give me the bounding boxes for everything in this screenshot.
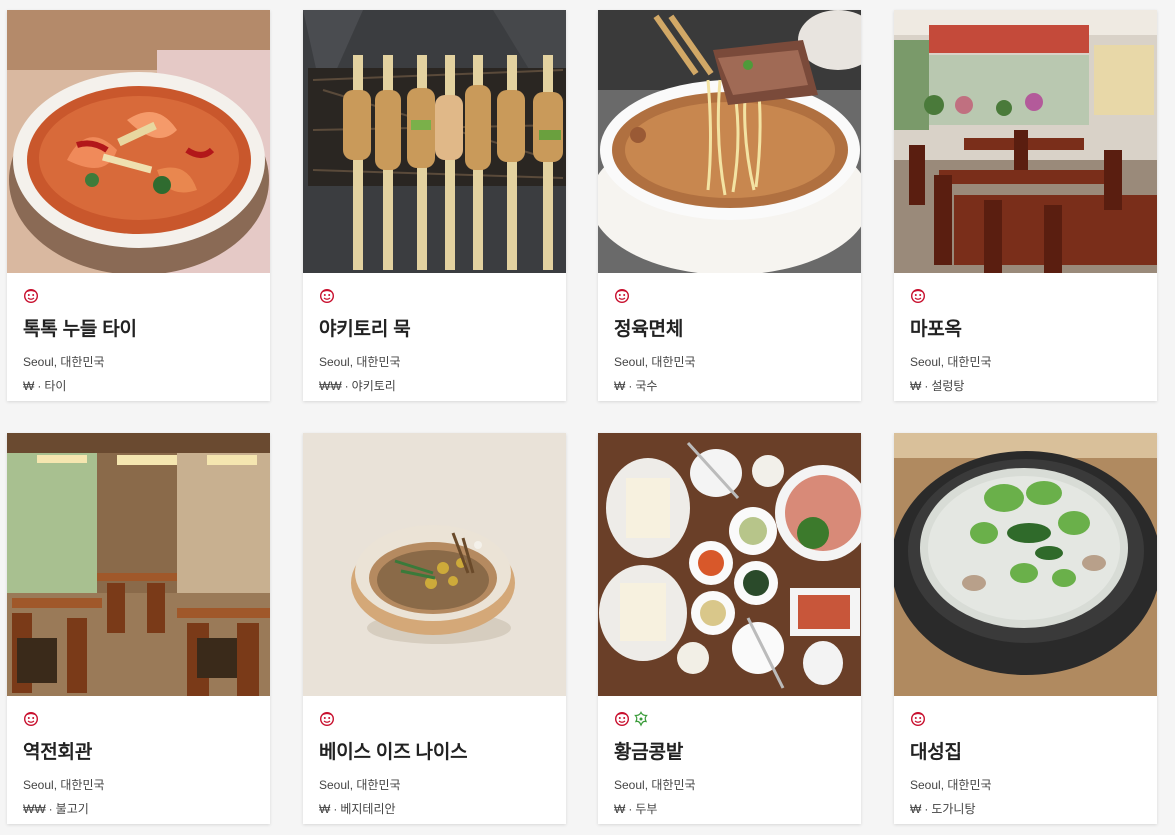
restaurant-location: Seoul, 대한민국	[614, 778, 696, 792]
cuisine-type: 두부	[635, 802, 658, 816]
cuisine-type: 설렁탕	[931, 379, 965, 393]
distinctions	[910, 288, 1141, 304]
restaurant-meta: ₩₩ · 불고기	[23, 802, 89, 816]
price-level: ₩₩	[23, 802, 46, 816]
price-level: ₩₩	[319, 379, 342, 393]
restaurant-meta: ₩₩ · 야키토리	[319, 379, 396, 393]
distinctions	[614, 288, 845, 304]
restaurant-card[interactable]: 마포옥 Seoul, 대한민국 ₩ · 설렁탕	[894, 10, 1157, 401]
restaurant-name[interactable]: 야키토리 묵	[319, 314, 550, 341]
price-level: ₩	[319, 802, 331, 816]
restaurant-location: Seoul, 대한민국	[23, 778, 105, 792]
restaurant-card[interactable]: 대성집 Seoul, 대한민국 ₩ · 도가니탕	[894, 433, 1157, 824]
distinctions	[910, 711, 1141, 727]
bib-gourmand-icon	[614, 711, 630, 727]
restaurant-photo[interactable]	[598, 433, 861, 696]
distinctions	[319, 288, 550, 304]
green-star-icon	[633, 711, 649, 727]
restaurant-card[interactable]: 정육면체 Seoul, 대한민국 ₩ · 국수	[598, 10, 861, 401]
restaurant-card[interactable]: 베이스 이즈 나이스 Seoul, 대한민국 ₩ · 베지테리안	[303, 433, 566, 824]
restaurant-photo[interactable]	[894, 433, 1157, 696]
cuisine-type: 베지테리안	[340, 802, 396, 816]
distinctions	[23, 288, 254, 304]
restaurant-photo[interactable]	[7, 10, 270, 273]
cuisine-type: 불고기	[55, 802, 89, 816]
distinctions	[614, 711, 845, 727]
bib-gourmand-icon	[23, 711, 39, 727]
bib-gourmand-icon	[910, 288, 926, 304]
restaurant-location: Seoul, 대한민국	[614, 355, 696, 369]
restaurant-photo[interactable]	[7, 433, 270, 696]
restaurant-name[interactable]: 역전회관	[23, 737, 254, 764]
restaurant-meta: ₩ · 국수	[614, 379, 658, 393]
cuisine-type: 도가니탕	[931, 802, 976, 816]
restaurant-card[interactable]: 톡톡 누들 타이 Seoul, 대한민국 ₩ · 타이	[7, 10, 270, 401]
price-level: ₩	[23, 379, 35, 393]
restaurant-name[interactable]: 황금콩밭	[614, 737, 845, 764]
restaurant-meta: ₩ · 베지테리안	[319, 802, 396, 816]
restaurant-photo[interactable]	[894, 10, 1157, 273]
restaurant-location: Seoul, 대한민국	[319, 778, 401, 792]
restaurant-location: Seoul, 대한민국	[910, 355, 992, 369]
bib-gourmand-icon	[910, 711, 926, 727]
restaurant-photo[interactable]	[598, 10, 861, 273]
bib-gourmand-icon	[614, 288, 630, 304]
restaurant-meta: ₩ · 도가니탕	[910, 802, 976, 816]
restaurant-name[interactable]: 대성집	[910, 737, 1141, 764]
cuisine-type: 국수	[635, 379, 658, 393]
restaurant-name[interactable]: 마포옥	[910, 314, 1141, 341]
cuisine-type: 야키토리	[351, 379, 396, 393]
restaurant-name[interactable]: 정육면체	[614, 314, 845, 341]
restaurant-location: Seoul, 대한민국	[23, 355, 105, 369]
price-level: ₩	[614, 379, 626, 393]
restaurant-photo[interactable]	[303, 10, 566, 273]
bib-gourmand-icon	[23, 288, 39, 304]
restaurant-location: Seoul, 대한민국	[319, 355, 401, 369]
price-level: ₩	[910, 379, 922, 393]
restaurant-card[interactable]: 야키토리 묵 Seoul, 대한민국 ₩₩ · 야키토리	[303, 10, 566, 401]
distinctions	[23, 711, 254, 727]
restaurant-card[interactable]: 황금콩밭 Seoul, 대한민국 ₩ · 두부	[598, 433, 861, 824]
restaurant-meta: ₩ · 타이	[23, 379, 67, 393]
restaurant-meta: ₩ · 두부	[614, 802, 658, 816]
bib-gourmand-icon	[319, 288, 335, 304]
distinctions	[319, 711, 550, 727]
cuisine-type: 타이	[44, 379, 67, 393]
restaurant-card[interactable]: 역전회관 Seoul, 대한민국 ₩₩ · 불고기	[7, 433, 270, 824]
price-level: ₩	[614, 802, 626, 816]
bib-gourmand-icon	[319, 711, 335, 727]
restaurant-name[interactable]: 베이스 이즈 나이스	[319, 737, 550, 764]
price-level: ₩	[910, 802, 922, 816]
restaurant-location: Seoul, 대한민국	[910, 778, 992, 792]
restaurant-name[interactable]: 톡톡 누들 타이	[23, 314, 254, 341]
restaurant-meta: ₩ · 설렁탕	[910, 379, 965, 393]
restaurant-photo[interactable]	[303, 433, 566, 696]
restaurant-grid: 톡톡 누들 타이 Seoul, 대한민국 ₩ · 타이 야키토리 묵 Seoul…	[0, 0, 1175, 835]
